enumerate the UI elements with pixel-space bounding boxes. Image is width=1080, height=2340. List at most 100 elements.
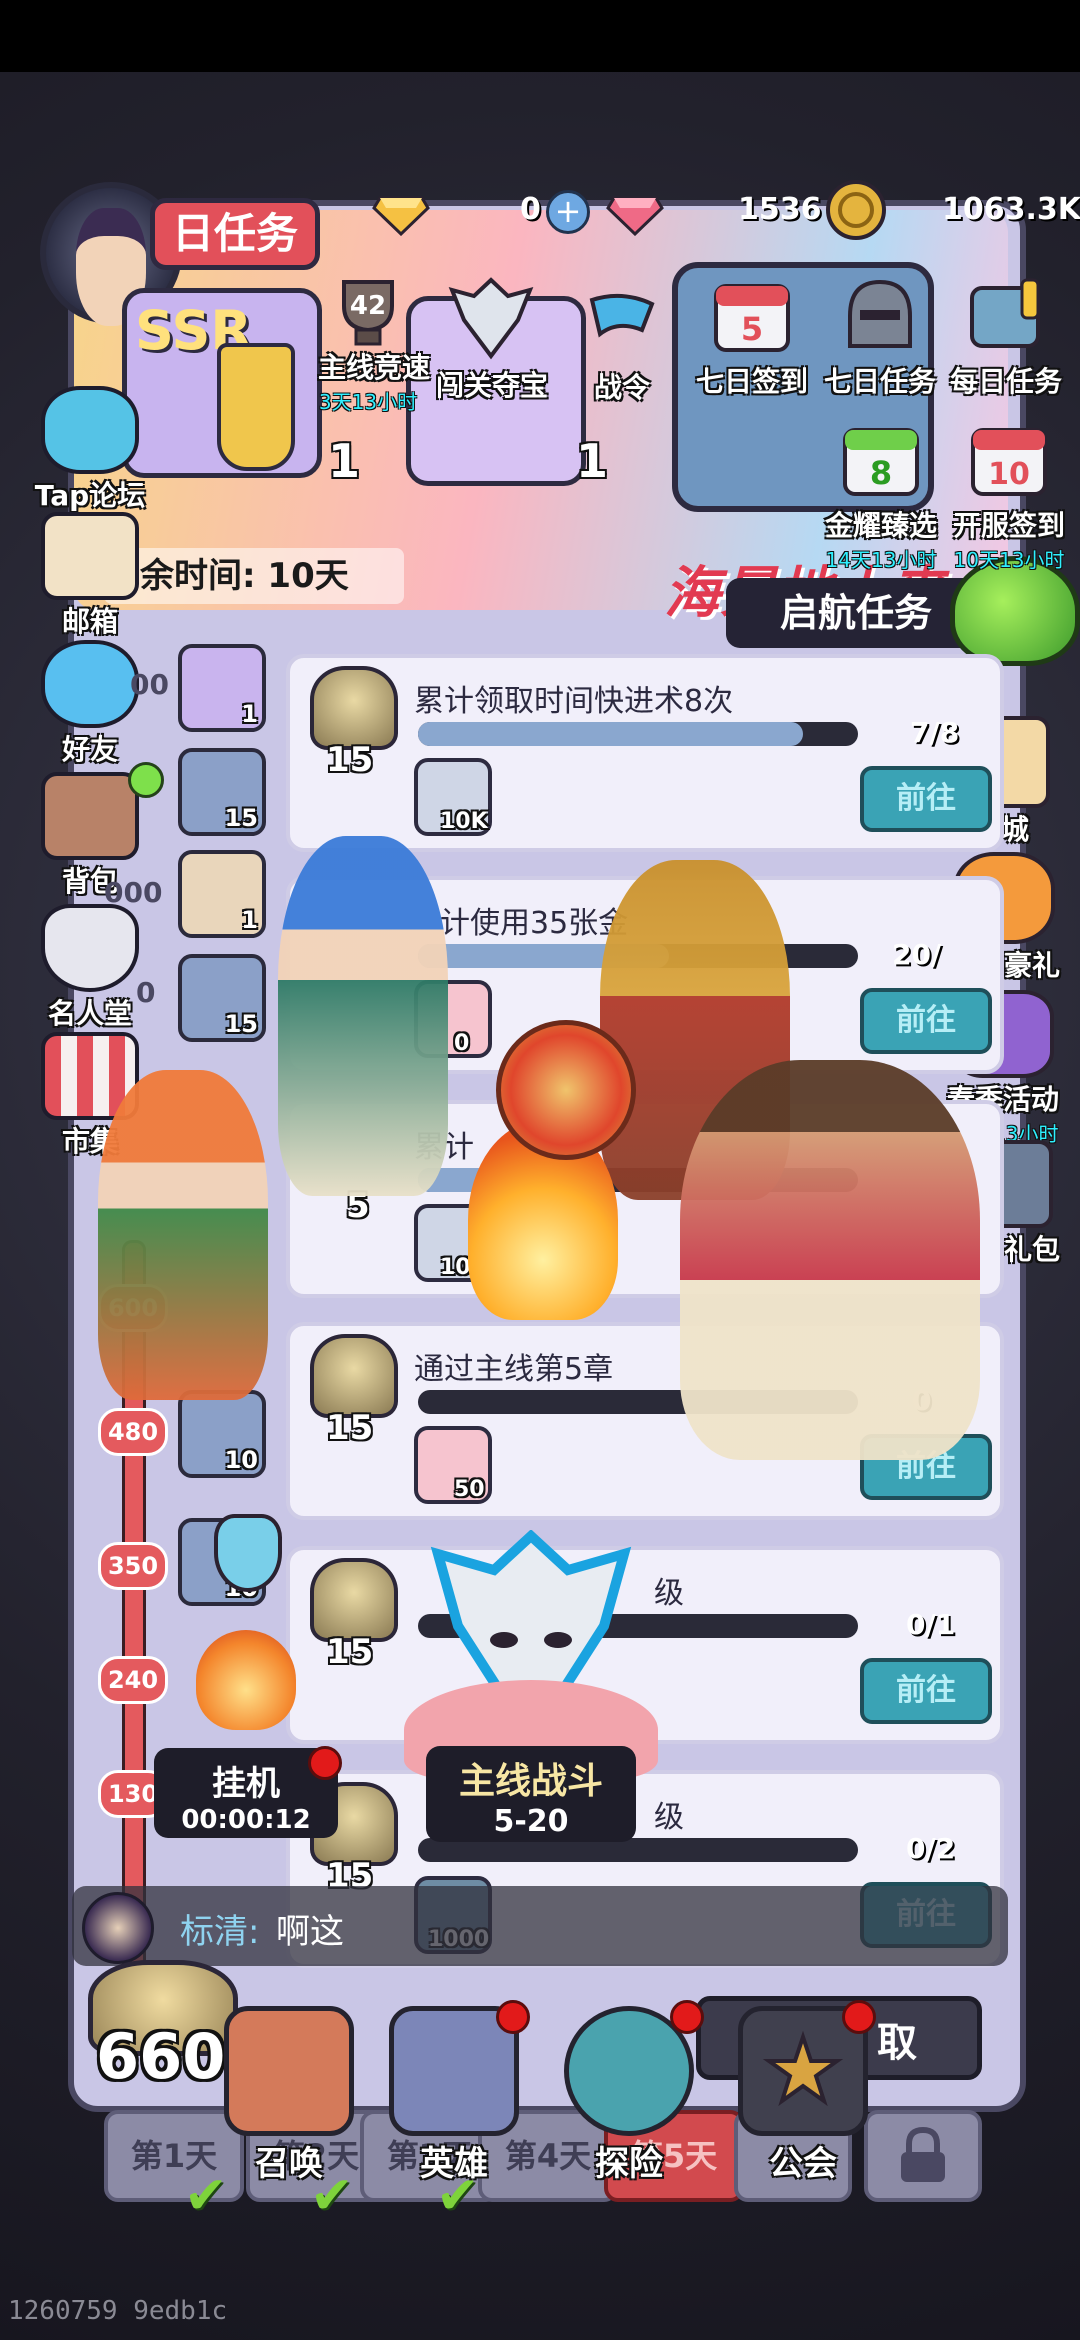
task-go-button[interactable]: 前往 <box>860 988 992 1054</box>
event-stage-treasure[interactable]: 闯关夺宝 <box>436 276 549 404</box>
milestone-reward-tile[interactable]: 10 <box>178 1390 266 1478</box>
event-server-signin-label: 开服签到 <box>952 509 1065 542</box>
launch-task-button[interactable]: 启航任务 <box>726 578 986 648</box>
milestone-reward-count: 15 <box>224 804 258 832</box>
calendar-icon: 10 <box>971 428 1047 496</box>
add-gem-button[interactable]: + <box>546 190 590 234</box>
nav-heroes[interactable]: 英雄 <box>384 2006 524 2185</box>
event-golden-select[interactable]: 8 金耀臻选 14天13小时 <box>816 420 946 573</box>
milestone-reward-count: 15 <box>224 1010 258 1038</box>
day-1-check-icon: ✔ <box>184 2166 228 2226</box>
event-main-race-label: 主线竞速 <box>318 351 431 384</box>
sidebar-item-tap-forum[interactable]: Tap论坛 <box>30 386 150 514</box>
main-battle-button[interactable]: 主线战斗 5-20 <box>404 1530 658 1842</box>
elf-hero[interactable] <box>278 836 448 1196</box>
golden-select-day: 8 <box>870 454 892 492</box>
server-signin-day: 10 <box>988 457 1030 492</box>
backpack-icon <box>41 772 139 860</box>
envelope-icon <box>41 512 139 600</box>
milestone-marker: 350 <box>98 1542 168 1590</box>
nav-guild[interactable]: 公会 <box>738 2006 868 2185</box>
task-points: 15 <box>326 1632 374 1672</box>
nav-heroes-label: 英雄 <box>420 2144 488 2184</box>
nav-guild-label: 公会 <box>769 2144 837 2184</box>
milestone-reward-count: 1 <box>241 906 258 934</box>
milestone-reward-tile[interactable]: 15 <box>178 748 266 836</box>
sidebar-item-mail[interactable]: 邮箱 <box>30 512 150 640</box>
main-battle-label: 主线战斗 <box>458 1761 603 1802</box>
shield-prop <box>496 1020 636 1160</box>
coin-icon <box>826 180 886 240</box>
panel-title: 日任务 <box>150 198 320 270</box>
nav-explore-dot <box>670 2000 704 2034</box>
event-server-signin[interactable]: 10 开服签到 10天13小时 <box>944 420 1074 573</box>
event-battle-pass[interactable]: 战令 <box>572 290 672 406</box>
task-reward-amount: 50 <box>454 1477 485 1502</box>
task-go-button[interactable]: 前往 <box>860 1658 992 1724</box>
event-daily-task[interactable]: 每日任务 <box>946 276 1066 400</box>
sidebar-item-tap-forum-label: Tap论坛 <box>34 479 146 512</box>
sidebar-item-hall-of-fame[interactable]: 名人堂 <box>30 904 150 1032</box>
sidebar-item-friends[interactable]: 好友 <box>30 640 150 768</box>
gem-reward-icon[interactable]: 50 <box>414 1426 492 1504</box>
event-seven-day-signin[interactable]: 5 七日签到 <box>692 276 812 400</box>
event-main-race[interactable]: 42 主线竞速 3天13小时 <box>318 276 431 415</box>
main-battle-stage: 5-20 <box>493 1804 569 1839</box>
milestone-partial-label: 0 <box>136 976 156 1009</box>
backpack-notify-dot <box>128 762 164 798</box>
milestone-marker: 480 <box>98 1408 168 1456</box>
wolf-mask-icon <box>448 277 534 360</box>
chat-bubble-icon <box>41 386 139 474</box>
potion-icon <box>214 1514 282 1592</box>
event-golden-select-timer: 14天13小时 <box>825 548 937 572</box>
tab-day-7-locked[interactable] <box>864 2110 982 2202</box>
idle-timer: 00:00:12 <box>181 1805 311 1835</box>
milestone-reward-tile[interactable]: 1 <box>178 644 266 732</box>
flag-icon <box>589 293 655 338</box>
rogue-hero[interactable] <box>98 1070 268 1400</box>
chat-bar[interactable]: 标清: 啊这 <box>72 1886 1008 1966</box>
event-seven-day-task[interactable]: 七日任务 <box>820 276 940 400</box>
milestone-reward-tile[interactable]: 1 <box>178 850 266 938</box>
score-value: 660 <box>96 2020 226 2093</box>
calendar-icon: 5 <box>714 284 790 352</box>
banner-reward-count-2: 1 <box>576 434 609 488</box>
nav-explore-label: 探险 <box>595 2144 663 2184</box>
banner-reward-ssr[interactable]: SSR <box>122 288 322 478</box>
nav-explore[interactable]: 探险 <box>564 2006 694 2185</box>
coin-reward-icon[interactable]: 10K <box>414 758 492 836</box>
task-name: 累计领取时间快进术8次 <box>414 684 734 719</box>
trophy-icon <box>310 1558 398 1642</box>
event-main-race-timer: 3天13小时 <box>318 390 418 414</box>
gold-gem-icon <box>372 196 430 236</box>
task-reward-amount: 0 <box>454 1031 470 1056</box>
friends-icon <box>41 640 139 728</box>
fire-spirit-icon <box>196 1630 296 1730</box>
signin-day: 5 <box>741 310 763 348</box>
task-name: 计使用35张金 <box>440 906 629 941</box>
sidebar-item-friends-label: 好友 <box>61 733 118 766</box>
sword-icon <box>217 343 295 471</box>
event-seven-day-task-label: 七日任务 <box>823 365 936 398</box>
milestone-reward-count: 1 <box>241 700 258 728</box>
warrior-hero[interactable] <box>680 1060 980 1460</box>
nav-summon[interactable]: 召唤 <box>224 2006 354 2185</box>
task-progress-text: 0/2 <box>906 1832 956 1865</box>
event-seven-day-signin-label: 七日签到 <box>695 365 808 398</box>
chat-message: 啊这 <box>276 1912 344 1952</box>
trophy-icon <box>310 666 398 750</box>
pink-gem-icon <box>606 196 664 236</box>
gold-gem-count: 0 <box>520 192 541 227</box>
nav-summon-label: 召唤 <box>255 2144 323 2184</box>
task-progress-bar <box>418 722 858 746</box>
event-stage-treasure-label: 闯关夺宝 <box>436 369 549 402</box>
task-go-button[interactable]: 前往 <box>860 766 992 832</box>
sidebar-item-hall-of-fame-label: 名人堂 <box>47 997 132 1030</box>
task-progress-text: 0/1 <box>906 1608 956 1641</box>
shield-icon <box>41 904 139 992</box>
banner-reward-count-1: 1 <box>328 434 361 488</box>
battle-label-box: 主线战斗 5-20 <box>426 1746 636 1842</box>
task-progress-fill <box>418 722 803 746</box>
milestone-reward-tile[interactable]: 15 <box>178 954 266 1042</box>
task-name: 级 <box>654 1800 684 1835</box>
